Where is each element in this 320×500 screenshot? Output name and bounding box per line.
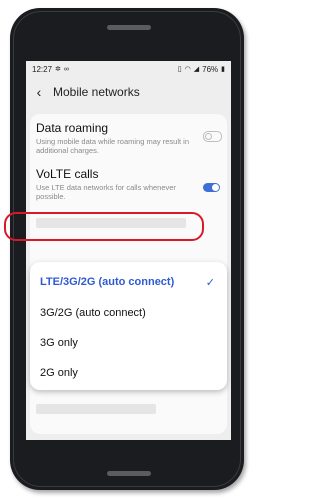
setting-label: VoLTE calls: [36, 167, 99, 181]
page-title: Mobile networks: [53, 85, 140, 99]
hidden-setting-placeholder: [36, 404, 156, 414]
status-bar: 12:27 ✲ ∞ ▯ ◠ ◢ 76% ▮: [26, 61, 231, 77]
network-option-3g-only[interactable]: 3G only: [40, 337, 78, 349]
bottom-speaker: [107, 471, 151, 476]
network-mode-menu: LTE/3G/2G (auto connect) ✓ 3G/2G (auto c…: [30, 262, 227, 390]
toggle-knob: [212, 184, 219, 191]
volte-calls-toggle[interactable]: [203, 183, 220, 192]
data-roaming-toggle[interactable]: [203, 131, 222, 142]
top-speaker: [107, 25, 151, 30]
battery-icon: ▮: [221, 66, 225, 73]
network-option-2g-only[interactable]: 2G only: [40, 367, 78, 379]
wifi-icon: ◠: [184, 66, 191, 73]
settings-icon: ✲: [55, 66, 61, 73]
settings-card: Data roaming Using mobile data while roa…: [30, 114, 227, 434]
toggle-knob: [205, 133, 212, 140]
network-option-3g-2g[interactable]: 3G/2G (auto connect): [40, 307, 146, 319]
setting-volte-calls[interactable]: VoLTE calls Use LTE data networks for ca…: [36, 167, 196, 201]
network-option-lte-3g-2g[interactable]: LTE/3G/2G (auto connect): [40, 276, 174, 288]
phone-screen: 12:27 ✲ ∞ ▯ ◠ ◢ 76% ▮ ‹ Mobile networks …: [26, 61, 231, 440]
setting-description: Use LTE data networks for calls whenever…: [36, 183, 176, 201]
setting-description: Using mobile data while roaming may resu…: [36, 137, 189, 155]
vibrate-icon: ▯: [177, 66, 182, 73]
battery-percent: 76%: [202, 64, 219, 74]
setting-data-roaming[interactable]: Data roaming Using mobile data while roa…: [36, 121, 196, 155]
setting-label: Data roaming: [36, 121, 109, 135]
link-icon: ∞: [63, 65, 69, 73]
signal-icon: ◢: [193, 66, 200, 73]
checkmark-icon: ✓: [205, 277, 215, 289]
arrow-left-icon[interactable]: ‹: [29, 84, 49, 100]
status-time: 12:27: [32, 64, 53, 74]
title-bar: ‹ Mobile networks: [26, 77, 231, 107]
selection-highlight-outline: [4, 212, 204, 241]
